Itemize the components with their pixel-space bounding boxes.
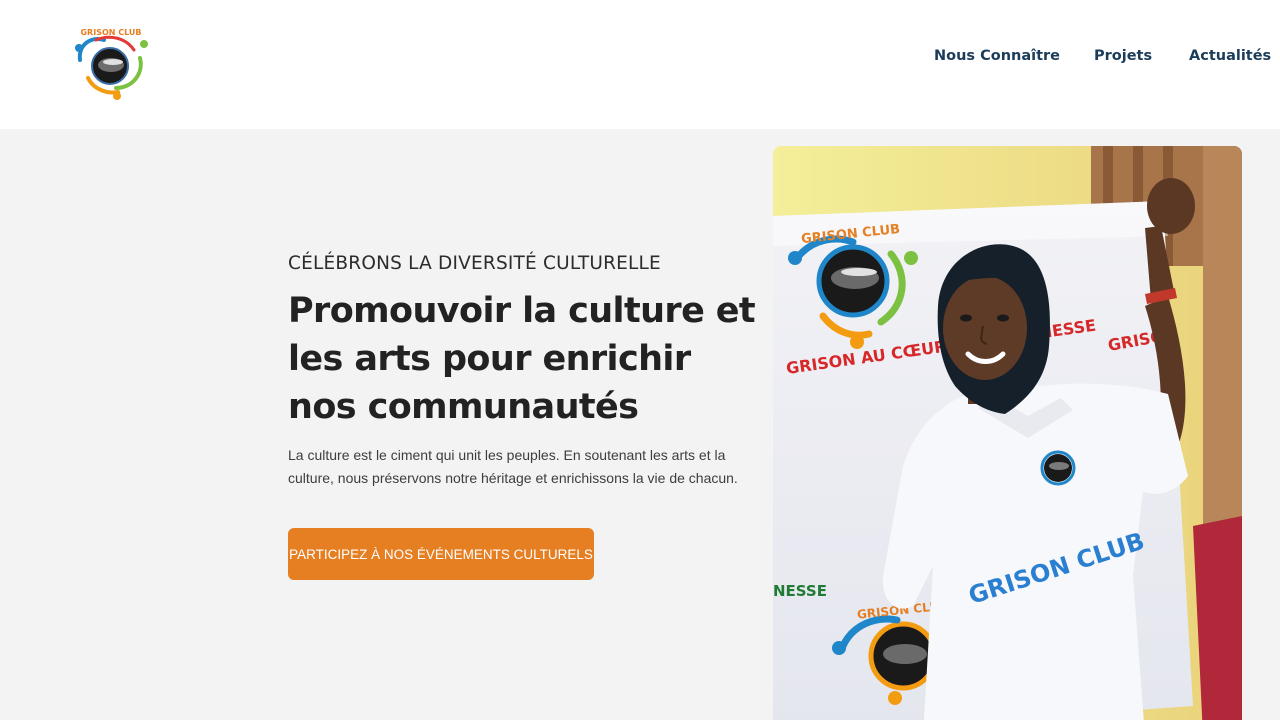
hero-photo-illustration: GRISON CLUB GRISON AU CŒUR DE LA JEUNESS… — [773, 146, 1242, 720]
banner-side-text: NESSE — [773, 582, 827, 600]
hero-eyebrow: CÉLÉBRONS LA DIVERSITÉ CULTURELLE — [288, 253, 661, 274]
nav-link-actualites[interactable]: Actualités — [1189, 48, 1271, 64]
hero-description: La culture est le ciment qui unit les pe… — [288, 447, 738, 486]
cultural-events-cta-button[interactable]: PARTICIPEZ À NOS ÉVÉNEMENTS CULTURELS — [288, 528, 594, 580]
nav-link-projets[interactable]: Projets — [1094, 48, 1152, 64]
logo-wordmark: GRISON CLUB — [80, 28, 141, 37]
nav-link-nous-connaitre[interactable]: Nous Connaître — [934, 48, 1060, 64]
main-nav: Nous Connaître Projets Actualités — [0, 48, 1280, 70]
hero-section: CÉLÉBRONS LA DIVERSITÉ CULTURELLE Promou… — [0, 129, 1280, 720]
hero-photo: GRISON CLUB GRISON AU CŒUR DE LA JEUNESS… — [773, 146, 1242, 720]
hero-headline: Promouvoir la culture et les arts pour e… — [288, 291, 756, 427]
site-header: GRISON CLUB Nous Connaître Projets Actua… — [0, 0, 1280, 129]
